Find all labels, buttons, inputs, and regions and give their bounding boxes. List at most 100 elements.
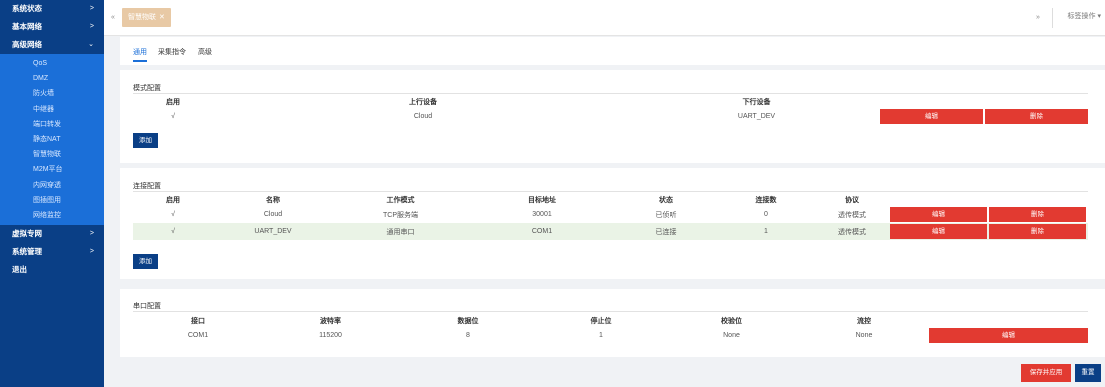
chevron-right-icon: > — [89, 23, 94, 30]
chevron-down-icon: ⌄ — [88, 41, 94, 48]
chevron-right-icon: > — [89, 248, 94, 256]
tab-general[interactable]: 通用 — [133, 47, 147, 62]
cell-upstream: Cloud — [413, 113, 433, 120]
cell-baud: 115200 — [319, 332, 342, 339]
connection-config-table: 启用 名称 工作模式 目标地址 状态 连接数 协议 √ Cloud TCP服务端… — [133, 194, 1088, 240]
tab-label: 智慧物联 — [128, 14, 156, 21]
edit-button[interactable]: 编辑 — [890, 207, 987, 222]
sub-item-firewall[interactable]: 防火墙 — [0, 86, 104, 101]
close-icon[interactable]: ✕ — [159, 14, 165, 21]
cell-protocol: 透传模式 — [816, 223, 888, 240]
nav-label: 高级网络 — [12, 40, 42, 49]
column-header: 下行设备 — [742, 99, 771, 106]
divider — [133, 93, 1088, 94]
sub-item-qos[interactable]: QoS — [0, 56, 104, 71]
sub-item-dmz[interactable]: DMZ — [0, 71, 104, 86]
edit-button[interactable]: 编辑 — [880, 109, 983, 124]
sub-item-iot[interactable]: 智慧物联 — [0, 147, 104, 162]
cell-parity: None — [723, 332, 740, 339]
column-header: 连接数 — [755, 197, 777, 204]
cell-mode: TCP服务端 — [383, 211, 418, 219]
nav-label: 基本网络 — [12, 22, 42, 31]
advanced-network-submenu: QoS DMZ 防火墙 中继器 端口转发 静态NAT 智慧物联 M2M平台 内网… — [0, 54, 104, 226]
tab-advanced[interactable]: 高级 — [198, 47, 212, 57]
edit-button[interactable]: 编辑 — [890, 224, 987, 239]
column-header: 目标地址 — [528, 197, 556, 204]
double-chevron-right-icon[interactable]: » — [1031, 11, 1045, 25]
column-header: 数据位 — [457, 318, 479, 325]
column-header: 状态 — [659, 197, 673, 204]
mode-config-table: 启用 上行设备 下行设备 √ Cloud UART_DEV 编辑 删除 — [133, 96, 1088, 125]
cell-status: 已连接 — [616, 223, 716, 240]
cell-protocol: 透传模式 — [838, 211, 866, 219]
tab-collect-commands[interactable]: 采集指令 — [158, 47, 186, 57]
cell-target: 30001 — [532, 211, 552, 218]
reset-button[interactable]: 重置 — [1075, 364, 1101, 382]
enabled-check: √ — [171, 211, 175, 218]
sub-tabs: 通用 采集指令 高级 — [120, 37, 1105, 65]
table-row: COM1 115200 8 1 None None 编辑 — [133, 327, 1088, 344]
nav-logout[interactable]: 退出 — [0, 261, 104, 279]
column-header: 流控 — [857, 318, 871, 325]
save-apply-button[interactable]: 保存并应用 — [1021, 364, 1071, 382]
column-header: 启用 — [166, 197, 180, 204]
section-title: 连接配置 — [133, 183, 161, 190]
tab-operations-dropdown[interactable]: 标签操作 ▾ — [1068, 11, 1101, 21]
sub-item-relay[interactable]: 中继器 — [0, 102, 104, 117]
table-row: √ Cloud TCP服务端 30001 已侦听 0 透传模式 编辑 删除 — [133, 206, 1088, 223]
mode-config-panel: 模式配置 启用 上行设备 下行设备 √ Cloud UART_DEV 编辑 删除 … — [120, 70, 1105, 163]
nav-vpn[interactable]: 虚拟专网 > — [0, 225, 104, 243]
cell-mode: 通用串口 — [333, 223, 468, 240]
connection-config-panel: 连接配置 启用 名称 工作模式 目标地址 状态 连接数 协议 √ Cloud T… — [120, 168, 1105, 279]
nav-label: 虚拟专网 — [12, 229, 42, 239]
delete-button[interactable]: 删除 — [985, 109, 1088, 124]
delete-button[interactable]: 删除 — [989, 224, 1086, 239]
delete-button[interactable]: 删除 — [989, 207, 1086, 222]
chevron-right-icon: > — [89, 230, 94, 238]
sidebar: 系统状态 > 基本网络 > 高级网络 ⌄ QoS DMZ 防火墙 中继器 端口转… — [0, 0, 104, 387]
sub-item-static-nat[interactable]: 静态NAT — [0, 132, 104, 147]
sub-item-media[interactable]: 图插图用 — [0, 193, 104, 208]
column-header: 名称 — [266, 197, 280, 204]
nav-label: 系统状态 — [12, 4, 42, 13]
cell-downstream: UART_DEV — [737, 113, 776, 120]
nav-basic-network[interactable]: 基本网络 > — [0, 18, 104, 36]
cell-flow: None — [855, 332, 873, 339]
cell-connections: 1 — [716, 223, 816, 240]
tab-iot[interactable]: 智慧物联 ✕ — [122, 8, 171, 27]
cell-connections: 0 — [764, 211, 768, 218]
add-button[interactable]: 添加 — [133, 254, 158, 269]
nav-system-status[interactable]: 系统状态 > — [0, 0, 104, 18]
sub-item-port-forward[interactable]: 端口转发 — [0, 117, 104, 132]
sub-item-intranet[interactable]: 内网穿透 — [0, 178, 104, 193]
enabled-check: √ — [171, 113, 175, 120]
sub-item-net-monitor[interactable]: 网络监控 — [0, 208, 104, 223]
tab-bar: « 智慧物联 ✕ » 标签操作 ▾ — [104, 0, 1105, 36]
sub-item-m2m[interactable]: M2M平台 — [0, 162, 104, 177]
enabled-check: √ — [133, 223, 213, 240]
column-header — [929, 315, 1088, 327]
cell-stopbits: 1 — [599, 332, 603, 339]
chevron-right-icon: > — [89, 5, 94, 12]
cell-port: COM1 — [187, 332, 209, 339]
nav-label: 系统管理 — [12, 247, 42, 257]
nav-advanced-network[interactable]: 高级网络 ⌄ — [0, 36, 104, 54]
column-header: 上行设备 — [409, 99, 437, 106]
nav-label: 退出 — [12, 265, 27, 275]
serial-config-table: 接口 波特率 数据位 停止位 校验位 流控 COM1 115200 8 1 No… — [133, 315, 1088, 344]
column-header — [880, 96, 1088, 108]
double-chevron-left-icon[interactable]: « — [106, 11, 120, 25]
nav-system-admin[interactable]: 系统管理 > — [0, 243, 104, 261]
divider — [1052, 8, 1053, 28]
add-button[interactable]: 添加 — [133, 133, 158, 148]
edit-button[interactable]: 编辑 — [929, 328, 1088, 343]
table-row: √ UART_DEV 通用串口 COM1 已连接 1 透传模式 编辑 删除 — [133, 223, 1088, 240]
cell-status: 已侦听 — [655, 211, 677, 219]
cell-name: Cloud — [263, 211, 283, 218]
column-header: 波特率 — [320, 318, 341, 325]
main-content: 通用 采集指令 高级 模式配置 启用 上行设备 下行设备 √ Cloud UAR… — [104, 37, 1105, 387]
column-header: 接口 — [191, 318, 205, 325]
table-row: √ Cloud UART_DEV 编辑 删除 — [133, 108, 1088, 125]
column-header: 停止位 — [590, 318, 612, 325]
column-header: 校验位 — [721, 318, 742, 325]
